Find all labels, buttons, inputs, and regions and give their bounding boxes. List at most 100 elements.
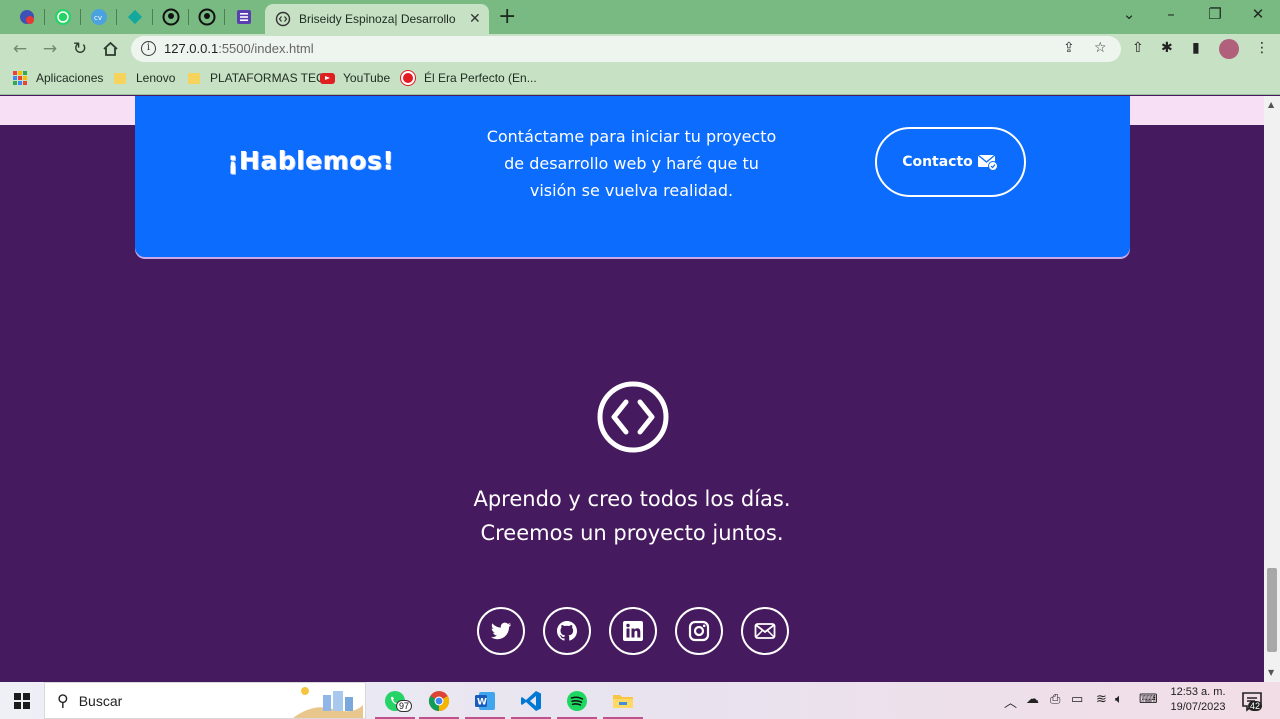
diamond-icon (127, 9, 143, 25)
tab-separator (224, 9, 225, 25)
apps-grid-icon (13, 71, 27, 85)
taskbar-word[interactable]: W (462, 682, 508, 719)
site-info-icon[interactable]: i (141, 41, 156, 56)
start-button[interactable] (14, 693, 30, 709)
pinned-tab-diamond[interactable] (120, 4, 150, 30)
pinned-tab-github-2[interactable] (192, 4, 222, 30)
battery-icon[interactable]: ▭ (1071, 692, 1083, 707)
tab-separator (188, 9, 189, 25)
cta-text: Contáctame para iniciar tu proyecto de d… (486, 127, 777, 200)
share-icon[interactable]: ⇪ (1063, 40, 1075, 56)
contact-button-label: Contacto (902, 154, 973, 170)
wifi-icon[interactable]: ≋ (1096, 692, 1107, 707)
taskbar-search[interactable]: ⚲ Buscar (44, 682, 366, 719)
pinned-tab-cv[interactable]: cv (84, 4, 114, 30)
forward-button[interactable]: → (38, 37, 62, 61)
bookmark-lenovo[interactable]: Lenovo (114, 71, 175, 85)
page-scrollbar[interactable]: ▲ ▼ (1264, 96, 1280, 682)
tab-search-chevron-icon[interactable]: ⌄ (1107, 0, 1151, 28)
bookmark-plataformas[interactable]: PLATAFORMAS TEC (188, 71, 325, 85)
windows-taskbar: ⚲ Buscar 97 W ︿ ☁ ⎙ ▭ ≋ 🔈︎ ⌨ 12:53 a. m.… (0, 682, 1280, 719)
new-tab-button[interactable]: + (498, 4, 516, 29)
email-link[interactable] (741, 607, 789, 655)
twitter-link[interactable] (477, 607, 525, 655)
bookmark-el-era-perfecto[interactable]: Él Era Perfecto (En... (401, 71, 537, 85)
tab-separator (44, 9, 45, 25)
extension-upload-icon[interactable]: ⇧ (1132, 40, 1144, 56)
onedrive-cloud-icon[interactable]: ☁ (1026, 692, 1039, 707)
bookmark-apps[interactable]: Aplicaciones (13, 71, 103, 85)
home-button[interactable] (98, 37, 122, 61)
app-badge-icon (20, 10, 34, 24)
spotify-icon (567, 690, 587, 711)
tab-title: Briseidy Espinoza| Desarrollo Web (299, 12, 459, 26)
pinned-tab-list[interactable] (229, 4, 259, 30)
pinned-tab-github-1[interactable] (156, 4, 186, 30)
tagline-line-1: Aprendo y creo todos los días. (473, 487, 791, 511)
keyboard-layout-icon[interactable]: ⌨ (1139, 692, 1158, 707)
restore-button[interactable]: ❐ (1193, 0, 1237, 28)
page-viewport: ¡Hablemos! Contáctame para iniciar tu pr… (0, 96, 1264, 682)
vscode-icon (521, 690, 541, 711)
minimize-button[interactable]: – (1149, 0, 1193, 28)
folder-icon (188, 72, 200, 84)
taskbar-vscode[interactable] (508, 682, 554, 719)
back-button[interactable]: ← (8, 37, 32, 61)
taskbar-file-explorer[interactable] (600, 682, 646, 719)
taskbar-whatsapp[interactable]: 97 (372, 682, 418, 719)
contact-button[interactable]: Contacto (875, 127, 1026, 197)
address-bar[interactable]: i 127.0.0.1:5500/index.html ⇪ ☆ (131, 36, 1121, 62)
footer-tagline: Aprendo y creo todos los días. Creemos u… (382, 482, 882, 550)
instagram-link[interactable] (675, 607, 723, 655)
github-icon (557, 621, 577, 641)
linkedin-link[interactable] (609, 607, 657, 655)
search-placeholder: Buscar (78, 692, 123, 709)
taskbar-chrome[interactable] (416, 682, 462, 719)
whatsapp-badge: 97 (396, 700, 413, 712)
taskbar-spotify[interactable] (554, 682, 600, 719)
browser-toolbar: ← → ↻ i 127.0.0.1:5500/index.html ⇪ ☆ ⇧ … (0, 34, 1280, 64)
bookmark-youtube[interactable]: YouTube (320, 71, 390, 85)
youtube-icon (320, 72, 335, 84)
bookmark-label: Lenovo (136, 71, 176, 85)
folder-icon (114, 72, 126, 84)
extensions-puzzle-icon[interactable]: ✱ (1161, 40, 1173, 56)
bookmark-label: PLATAFORMAS TEC (210, 71, 325, 85)
reload-button[interactable]: ↻ (68, 37, 92, 61)
bookmark-star-icon[interactable]: ☆ (1094, 40, 1107, 56)
github-link[interactable] (543, 607, 591, 655)
tab-separator (80, 9, 81, 25)
scroll-down-arrow-icon[interactable]: ▼ (1268, 668, 1274, 677)
pinned-tab-1[interactable] (12, 4, 42, 30)
tab-separator (152, 9, 153, 25)
email-icon (754, 623, 776, 639)
list-app-icon (237, 10, 251, 24)
github-icon (162, 8, 180, 26)
search-highlight-illustration-icon (293, 687, 363, 718)
menu-kebab-icon[interactable]: ⋮ (1255, 40, 1269, 56)
taskbar-clock[interactable]: 12:53 a. m. 19/07/2023 (1167, 685, 1229, 715)
home-icon (102, 41, 118, 56)
scroll-up-arrow-icon[interactable]: ▲ (1268, 100, 1274, 109)
close-window-button[interactable]: ✕ (1236, 0, 1280, 28)
site-icon (401, 71, 415, 85)
word-icon: W (475, 691, 495, 710)
svg-text:W: W (477, 697, 487, 707)
active-tab[interactable]: Briseidy Espinoza| Desarrollo Web ✕ (265, 4, 489, 34)
meet-now-icon[interactable]: ⎙ (1050, 692, 1060, 707)
scrollbar-thumb[interactable] (1267, 568, 1277, 652)
pinned-tab-whatsapp[interactable] (48, 4, 78, 30)
profile-avatar[interactable] (1219, 39, 1239, 59)
tagline-line-2: Creemos un proyecto juntos. (480, 521, 784, 545)
show-hidden-icons-chevron-icon[interactable]: ︿ (1004, 692, 1017, 711)
clock-time: 12:53 a. m. (1170, 686, 1226, 698)
side-panel-icon[interactable]: ▮ (1192, 40, 1200, 56)
volume-icon[interactable]: 🔈︎ (1115, 692, 1123, 707)
twitter-icon (491, 622, 511, 640)
instagram-icon (688, 620, 710, 642)
search-icon: ⚲ (57, 691, 69, 710)
code-logo-icon (597, 381, 669, 453)
close-tab-icon[interactable]: ✕ (469, 11, 481, 27)
whatsapp-icon (55, 9, 71, 25)
clock-date: 19/07/2023 (1170, 701, 1226, 713)
